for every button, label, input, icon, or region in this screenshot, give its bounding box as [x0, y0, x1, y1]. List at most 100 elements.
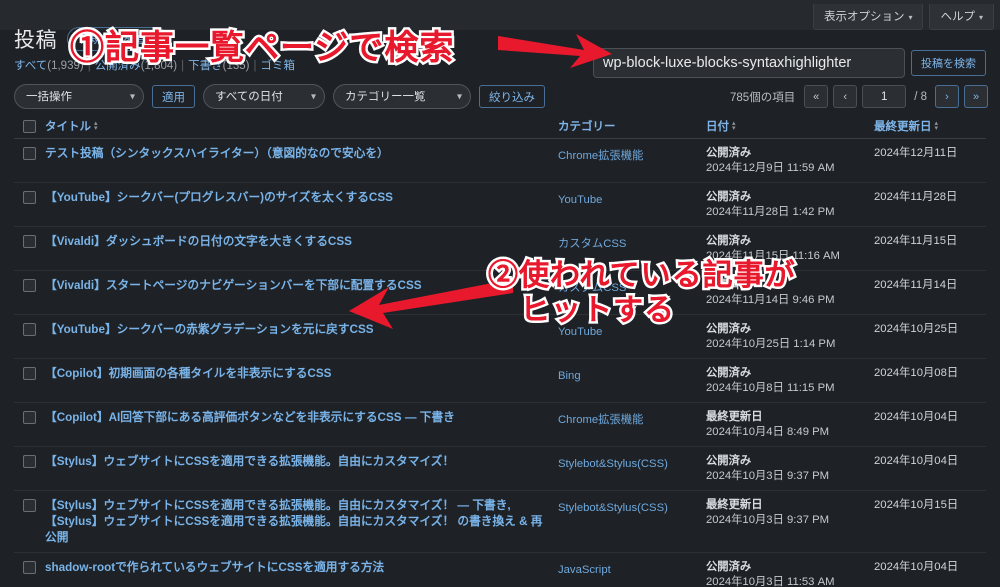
post-title-link[interactable]: 【Copilot】初期画面の各種タイルを非表示にするCSS: [45, 366, 546, 382]
post-category-link[interactable]: カスタムCSS: [558, 238, 626, 250]
post-title-link[interactable]: 【Stylus】ウェブサイトにCSSを適用できる拡張機能。自由にカスタマイズ！: [45, 454, 546, 470]
prev-page-button[interactable]: ‹: [833, 85, 858, 108]
post-status-label: 公開済み: [706, 323, 752, 335]
apply-bulk-action-button[interactable]: 適用: [152, 85, 195, 108]
row-select-cell: [14, 190, 45, 204]
search-submit-button[interactable]: 投稿を検索: [911, 50, 986, 76]
filter-published-label: 公開済み: [94, 60, 141, 72]
post-category-link[interactable]: YouTube: [558, 326, 602, 338]
row-select-checkbox[interactable]: [23, 323, 36, 336]
filter-submit-button[interactable]: 絞り込み: [479, 85, 545, 108]
category-filter-select[interactable]: カテゴリー一覧: [333, 84, 471, 109]
filter-link-draft[interactable]: 下書き: [188, 60, 223, 72]
row-date-cell: 公開済み 2024年10月25日 1:14 PM: [706, 322, 874, 352]
help-button[interactable]: ヘルプ ▾: [929, 4, 994, 30]
first-page-button[interactable]: «: [804, 85, 829, 108]
chevron-down-icon: ▾: [908, 13, 913, 22]
row-modified-cell: 2024年10月04日: [874, 454, 986, 469]
post-category-link[interactable]: YouTube: [558, 194, 602, 206]
row-select-checkbox[interactable]: [23, 235, 36, 248]
post-category-link[interactable]: JavaScript: [558, 564, 611, 576]
row-modified-cell: 2024年11月14日: [874, 278, 986, 293]
row-modified-cell: 2024年12月11日: [874, 146, 986, 161]
post-category-link[interactable]: カスタムCSS: [558, 282, 626, 294]
post-status-label: 公開済み: [706, 191, 752, 203]
total-items-count: 785個の項目: [730, 91, 796, 104]
row-select-checkbox[interactable]: [23, 561, 36, 574]
row-select-checkbox[interactable]: [23, 367, 36, 380]
post-date-value: 2024年10月3日 9:37 PM: [706, 514, 830, 526]
row-select-checkbox[interactable]: [23, 191, 36, 204]
table-row: shadow-rootで作られているウェブサイトにCSSを適用する方法 JavaS…: [14, 553, 986, 587]
post-date-value: 2024年10月4日 8:49 PM: [706, 426, 830, 438]
pagination-area: 785個の項目 « ‹ / 8 › »: [730, 85, 988, 108]
row-title-cell: 【YouTube】シークバー(プログレスバー)のサイズを太くするCSS: [45, 190, 558, 206]
last-page-button[interactable]: »: [964, 85, 988, 108]
filter-separator: |: [253, 60, 257, 72]
post-date-value: 2024年10月8日 11:15 PM: [706, 382, 835, 394]
post-date-value: 2024年11月15日 11:16 AM: [706, 250, 840, 262]
filter-link-published[interactable]: 公開済み: [95, 60, 141, 72]
row-select-checkbox[interactable]: [23, 411, 36, 424]
column-header-category-label: カテゴリー: [558, 120, 616, 133]
date-filter-select[interactable]: すべての日付: [203, 84, 325, 109]
post-modified-value: 2024年10月25日: [874, 323, 959, 335]
sort-arrows-icon: ▴ ▾: [732, 119, 736, 132]
bulk-actions-area: 一括操作 適用 すべての日付 カテゴリー一覧 絞り込み: [14, 84, 545, 109]
filter-link-trash[interactable]: ゴミ箱: [260, 60, 295, 72]
table-row: 【Stylus】ウェブサイトにCSSを適用できる拡張機能。自由にカスタマイズ！ S…: [14, 447, 986, 491]
post-title-link[interactable]: テスト投稿（シンタックスハイライター）（意図的なので安心を）: [45, 146, 546, 162]
row-date-cell: 公開済み 2024年11月14日 9:46 PM: [706, 278, 874, 308]
row-select-cell: [14, 322, 45, 336]
row-modified-cell: 2024年11月15日: [874, 234, 986, 249]
post-modified-value: 2024年10月04日: [874, 561, 959, 573]
row-modified-cell: 2024年10月25日: [874, 322, 986, 337]
post-category-link[interactable]: Chrome拡張機能: [558, 150, 643, 162]
filter-link-all[interactable]: すべて: [14, 60, 47, 72]
bulk-action-select[interactable]: 一括操作: [14, 84, 144, 109]
row-select-cell: [14, 410, 45, 424]
post-category-link[interactable]: Bing: [558, 370, 581, 382]
add-new-post-button[interactable]: 新規投稿を追加: [67, 27, 168, 51]
table-row: 【YouTube】シークバー(プログレスバー)のサイズを太くするCSS YouTu…: [14, 183, 986, 227]
column-header-date[interactable]: 日付 ▴ ▾: [706, 118, 874, 134]
table-row: テスト投稿（シンタックスハイライター）（意図的なので安心を） Chrome拡張機能…: [14, 139, 986, 183]
table-row: 【Vivaldi】ダッシュボードの日付の文字を大きくするCSS カスタムCSS 公開…: [14, 227, 986, 271]
post-date-value: 2024年10月3日 9:37 PM: [706, 470, 830, 482]
row-category-cell: Stylebot&Stylus(CSS): [558, 454, 706, 472]
post-title-link[interactable]: 【Vivaldi】ダッシュボードの日付の文字を大きくするCSS: [45, 234, 546, 250]
row-select-cell: [14, 454, 45, 468]
row-select-checkbox[interactable]: [23, 279, 36, 292]
current-page-input[interactable]: [862, 85, 907, 108]
row-select-checkbox[interactable]: [23, 499, 36, 512]
column-header-modified[interactable]: 最終更新日 ▴ ▾: [874, 118, 986, 134]
post-title-link[interactable]: 【YouTube】シークバーの赤紫グラデーションを元に戻すCSS: [45, 322, 546, 338]
row-title-cell: 【YouTube】シークバーの赤紫グラデーションを元に戻すCSS: [45, 322, 558, 338]
row-date-cell: 最終更新日 2024年10月3日 9:37 PM: [706, 498, 874, 528]
help-label: ヘルプ: [940, 11, 975, 23]
post-title-link[interactable]: shadow-rootで作られているウェブサイトにCSSを適用する方法: [45, 560, 546, 576]
post-title-link[interactable]: 【Stylus】ウェブサイトにCSSを適用できる拡張機能。自由にカスタマイズ！ …: [45, 498, 546, 546]
column-header-title[interactable]: タイトル ▴ ▾: [45, 118, 558, 134]
next-page-button[interactable]: ›: [935, 85, 959, 108]
post-category-link[interactable]: Stylebot&Stylus(CSS): [558, 502, 668, 514]
post-title-link[interactable]: 【Copilot】AI回答下部にある高評価ボタンなどを非表示にするCSS — 下…: [45, 410, 546, 426]
row-title-cell: テスト投稿（シンタックスハイライター）（意図的なので安心を）: [45, 146, 558, 162]
post-status-label: 公開済み: [706, 561, 752, 573]
post-date-value: 2024年11月28日 1:42 PM: [706, 206, 835, 218]
table-row: 【Copilot】初期画面の各種タイルを非表示にするCSS Bing 公開済み 202…: [14, 359, 986, 403]
row-modified-cell: 2024年10月15日: [874, 498, 986, 513]
screen-options-button[interactable]: 表示オプション ▾: [812, 4, 924, 30]
post-title-link[interactable]: 【Vivaldi】スタートページのナビゲーションバーを下部に配置するCSS: [45, 278, 546, 294]
row-select-checkbox[interactable]: [23, 147, 36, 160]
post-category-link[interactable]: Chrome拡張機能: [558, 414, 643, 426]
row-date-cell: 公開済み 2024年10月8日 11:15 PM: [706, 366, 874, 396]
post-title-link[interactable]: 【YouTube】シークバー(プログレスバー)のサイズを太くするCSS: [45, 190, 546, 206]
post-category-link[interactable]: Stylebot&Stylus(CSS): [558, 458, 668, 470]
table-row: 【YouTube】シークバーの赤紫グラデーションを元に戻すCSS YouTube 公…: [14, 315, 986, 359]
select-all-checkbox[interactable]: [23, 119, 36, 133]
search-input[interactable]: [593, 48, 905, 78]
post-status-label: 公開済み: [706, 235, 752, 247]
column-header-category: カテゴリー: [558, 118, 706, 134]
row-select-checkbox[interactable]: [23, 455, 36, 468]
